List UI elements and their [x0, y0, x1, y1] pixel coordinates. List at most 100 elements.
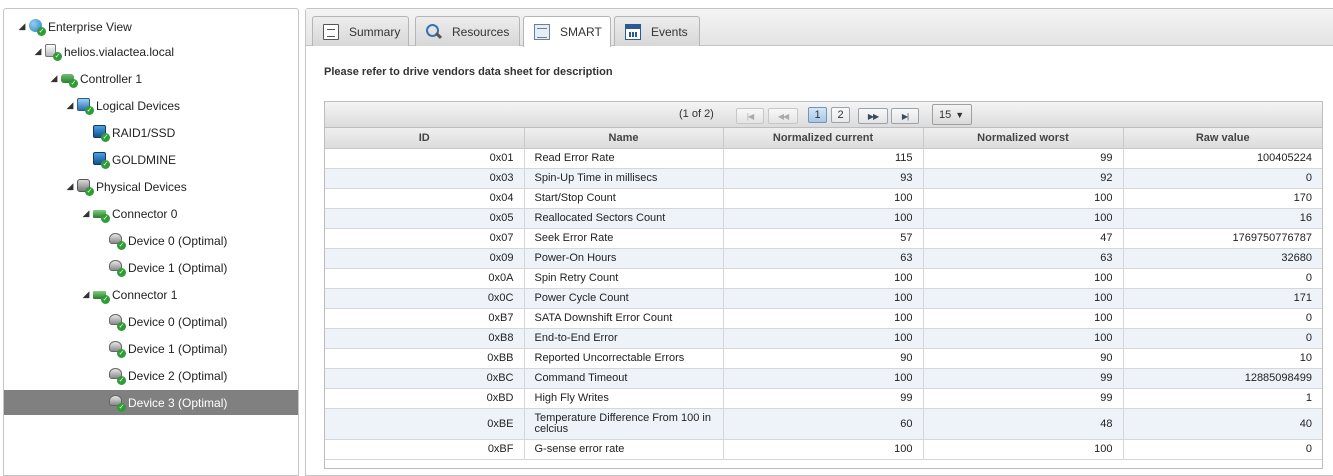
table-row[interactable]: 0xBF G-sense error rate 100 100 0	[325, 438, 1322, 460]
first-page-button[interactable]: |◀	[736, 108, 764, 124]
cell-raw-value: 10	[1122, 347, 1322, 369]
table-row[interactable]: 0xB8 End-to-End Error 100 100 0	[325, 327, 1322, 349]
cell-normalized-current: 115	[722, 147, 924, 169]
cell-name: Command Timeout	[523, 367, 724, 389]
tree-node-connector0-device-0[interactable]: ✓ Device 0 (Optimal)	[109, 228, 227, 253]
device-icon: ✓	[109, 313, 126, 331]
tree-node-connector0-device-1[interactable]: ✓ Device 1 (Optimal)	[109, 255, 227, 280]
tree-node-connector-1[interactable]: ◢ ✓ Connector 1	[80, 282, 177, 307]
cell-normalized-worst: 100	[922, 438, 1124, 460]
column-header-name[interactable]: Name	[523, 128, 724, 149]
cell-normalized-current: 100	[722, 267, 924, 289]
last-page-button[interactable]: ▶|	[891, 108, 919, 124]
table-row[interactable]: 0x05 Reallocated Sectors Count 100 100 16	[325, 207, 1322, 229]
cell-name: Start/Stop Count	[523, 187, 724, 209]
tree-node-connector1-device-0[interactable]: ✓ Device 0 (Optimal)	[109, 309, 227, 334]
logical-devices-icon: ✓	[77, 97, 94, 115]
cell-name: Power-On Hours	[523, 247, 724, 269]
table-row[interactable]: 0xBE Temperature Difference From 100 in c…	[325, 407, 1322, 440]
cell-normalized-current: 100	[722, 307, 924, 329]
tree-node-label: Enterprise View	[48, 19, 132, 34]
expand-arrow-icon[interactable]: ◢	[64, 181, 76, 193]
cell-id: 0x09	[325, 247, 525, 269]
cell-name: Power Cycle Count	[523, 287, 724, 309]
cell-raw-value: 1769750776787	[1122, 227, 1322, 249]
column-header-id[interactable]: ID	[325, 128, 525, 149]
tree-node-goldmine[interactable]: ✓ GOLDMINE	[93, 147, 176, 172]
cell-normalized-worst: 47	[922, 227, 1124, 249]
table-row[interactable]: 0xBD High Fly Writes 99 99 1	[325, 387, 1322, 409]
table-row[interactable]: 0x04 Start/Stop Count 100 100 170	[325, 187, 1322, 209]
tree-node-logical-devices[interactable]: ◢ ✓ Logical Devices	[64, 93, 180, 118]
table-row[interactable]: 0x01 Read Error Rate 115 99 100405224	[325, 147, 1322, 169]
device-icon: ✓	[109, 394, 126, 412]
cell-normalized-worst: 99	[922, 147, 1124, 169]
tab-label: Summary	[349, 24, 401, 39]
table-row[interactable]: 0xBC Command Timeout 100 99 12885098499	[325, 367, 1322, 389]
table-icon	[534, 24, 550, 40]
cell-raw-value: 0	[1122, 267, 1322, 289]
tree-node-enterprise-view[interactable]: ◢ ✓ Enterprise View	[16, 14, 132, 39]
tree-node-label: Physical Devices	[96, 179, 187, 194]
tree-node-label: Device 0 (Optimal)	[128, 314, 228, 329]
table-row[interactable]: 0xB7 SATA Downshift Error Count 100 100 0	[325, 307, 1322, 329]
tree-node-connector-0[interactable]: ◢ ✓ Connector 0	[80, 201, 177, 226]
rows-per-page-value: 15	[939, 108, 952, 121]
tree-node-raid1-ssd[interactable]: ✓ RAID1/SSD	[93, 120, 175, 145]
search-icon	[426, 23, 442, 40]
tree-node-controller[interactable]: ◢ ✓ Controller 1	[48, 66, 142, 91]
cell-normalized-worst: 100	[922, 287, 1124, 309]
expand-arrow-icon[interactable]: ◢	[48, 73, 60, 85]
tree-node-server[interactable]: ◢ ✓ helios.vialactea.local	[32, 39, 174, 64]
column-header-raw-value[interactable]: Raw value	[1122, 128, 1322, 149]
expand-arrow-icon[interactable]: ◢	[80, 289, 92, 301]
tree-node-label: Logical Devices	[96, 98, 181, 113]
connector-icon: ✓	[93, 206, 110, 223]
cell-name: High Fly Writes	[523, 387, 724, 409]
cell-raw-value: 170	[1122, 187, 1322, 209]
table-row[interactable]: 0xBB Reported Uncorrectable Errors 90 90 10	[325, 347, 1322, 369]
tab-resources[interactable]: Resources	[415, 16, 520, 46]
column-header-normalized-worst[interactable]: Normalized worst	[922, 128, 1124, 149]
page-1-button[interactable]: 1	[808, 107, 827, 123]
table-row[interactable]: 0x0A Spin Retry Count 100 100 0	[325, 267, 1322, 289]
tree-node-connector1-device-2[interactable]: ✓ Device 2 (Optimal)	[109, 363, 227, 388]
cell-id: 0xBB	[325, 347, 525, 369]
tree-node-label: Device 1 (Optimal)	[128, 260, 228, 275]
table-row[interactable]: 0x03 Spin-Up Time in millisecs 93 92 0	[325, 167, 1322, 189]
tab-events[interactable]: Events	[614, 16, 700, 46]
expand-arrow-icon[interactable]: ◢	[64, 100, 76, 112]
cell-id: 0x01	[325, 147, 525, 169]
cell-raw-value: 40	[1122, 407, 1322, 440]
tree-node-connector1-device-1[interactable]: ✓ Device 1 (Optimal)	[109, 336, 227, 361]
page-2-button[interactable]: 2	[831, 107, 850, 123]
cell-normalized-worst: 100	[922, 207, 1124, 229]
cell-name: End-to-End Error	[523, 327, 724, 349]
cell-normalized-current: 99	[722, 387, 924, 409]
cell-name: Spin-Up Time in millisecs	[523, 167, 724, 189]
column-header-normalized-current[interactable]: Normalized current	[722, 128, 924, 149]
physical-devices-icon: ✓	[77, 178, 94, 196]
cell-raw-value: 100405224	[1122, 147, 1322, 169]
table-row[interactable]: 0x0C Power Cycle Count 100 100 171	[325, 287, 1322, 309]
device-icon: ✓	[109, 232, 126, 250]
cell-normalized-current: 100	[722, 187, 924, 209]
table-header-row: ID Name Normalized current Normalized wo…	[325, 128, 1322, 149]
tab-summary[interactable]: Summary	[312, 16, 409, 46]
previous-page-button[interactable]: ◀◀	[768, 108, 798, 124]
expand-arrow-icon[interactable]: ◢	[16, 21, 28, 33]
expand-arrow-icon[interactable]: ◢	[32, 46, 44, 58]
tab-smart[interactable]: SMART	[523, 16, 611, 47]
rows-per-page-select[interactable]: 15 ▼	[932, 104, 972, 125]
next-page-button[interactable]: ▶▶	[858, 108, 888, 124]
tree-node-connector1-device-3[interactable]: ✓ Device 3 (Optimal)	[4, 390, 298, 415]
table-row[interactable]: 0x09 Power-On Hours 63 63 32680	[325, 247, 1322, 269]
tree-node-physical-devices[interactable]: ◢ ✓ Physical Devices	[64, 174, 187, 199]
device-icon: ✓	[109, 259, 126, 277]
table-row[interactable]: 0x07 Seek Error Rate 57 47 1769750776787	[325, 227, 1322, 249]
cell-raw-value: 171	[1122, 287, 1322, 309]
tab-bar: Summary Resources SMART Events	[306, 9, 1333, 47]
expand-arrow-icon[interactable]: ◢	[80, 208, 92, 220]
cell-name: Temperature Difference From 100 in celci…	[523, 407, 724, 440]
cell-id: 0xBE	[325, 407, 525, 440]
